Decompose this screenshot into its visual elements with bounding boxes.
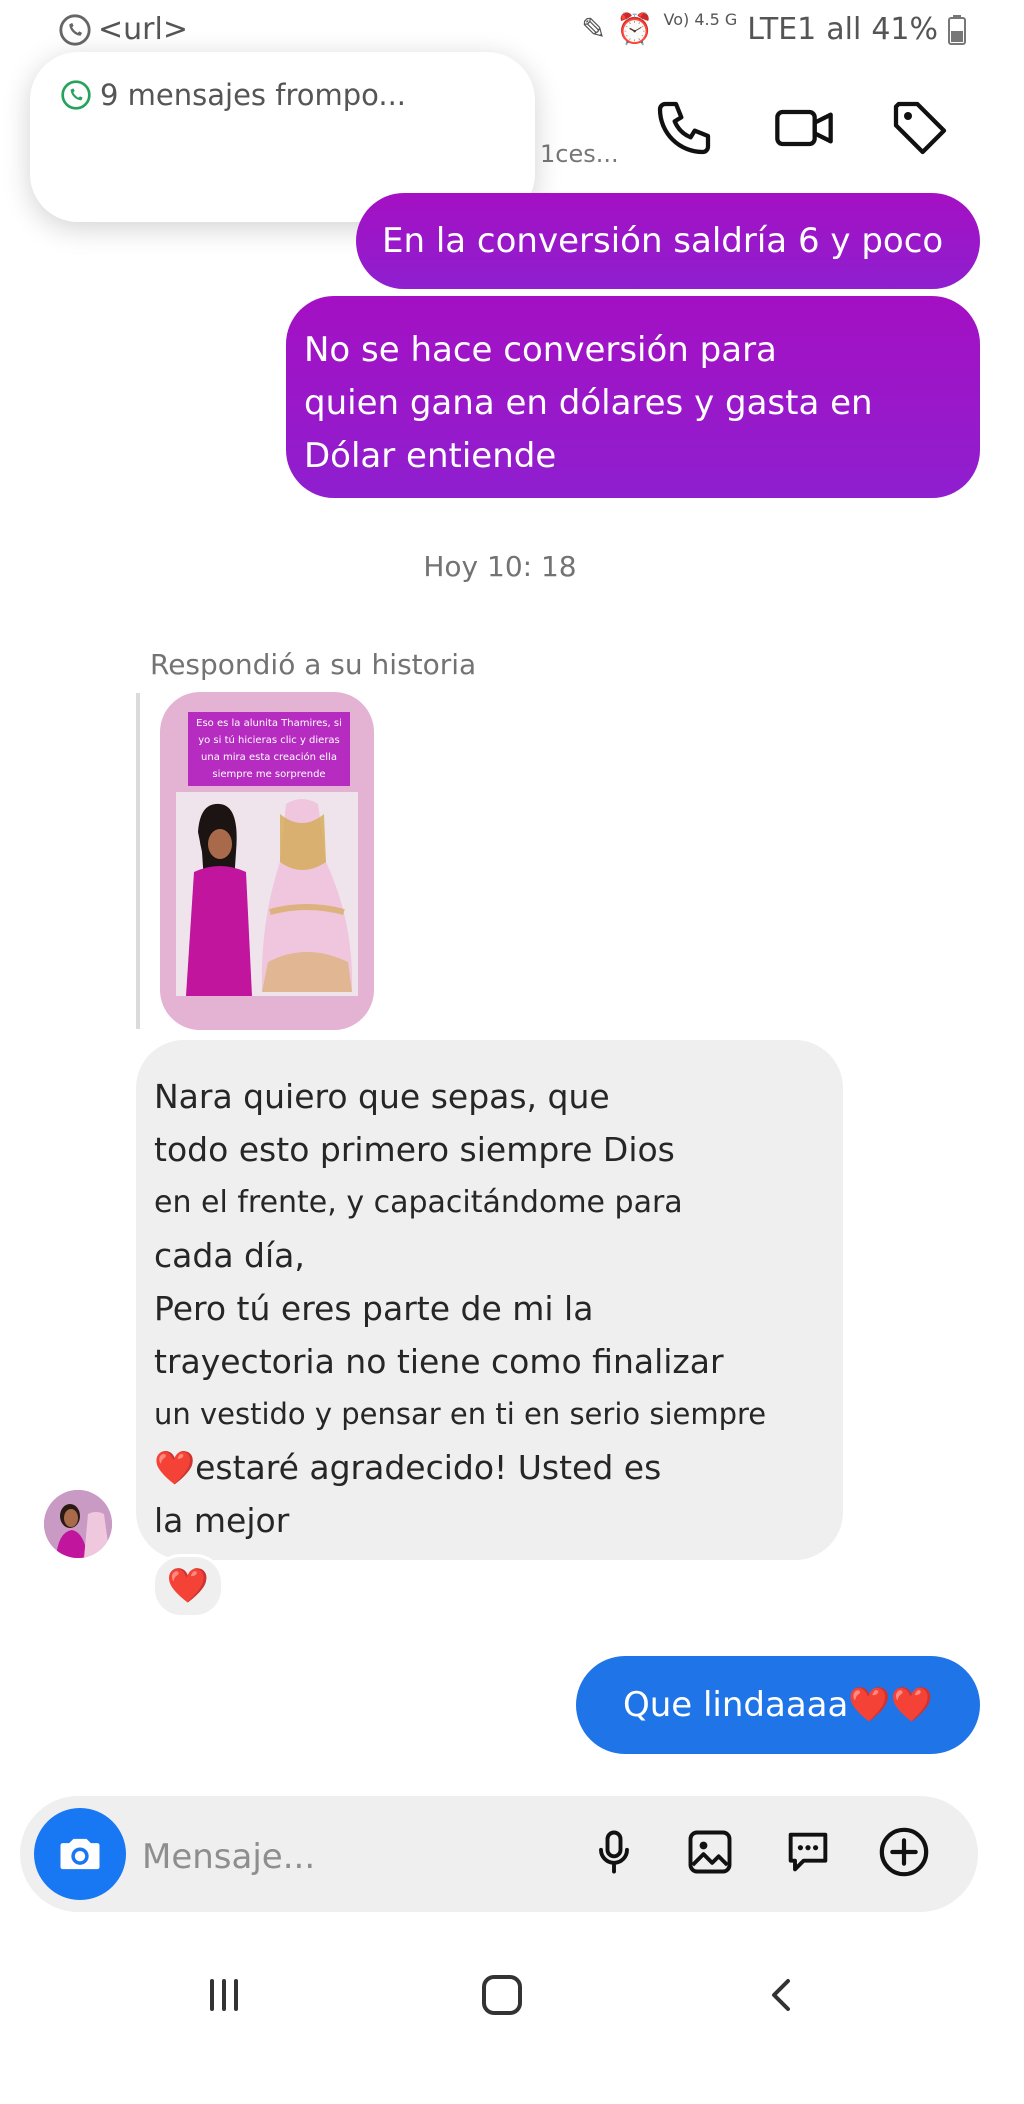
message-line: cada día,	[154, 1236, 305, 1275]
outgoing-message[interactable]: Que lindaaaa❤️❤️	[576, 1656, 980, 1754]
notification-text: 9 mensajes frompo...	[100, 78, 407, 112]
sticker-icon	[788, 1832, 828, 1872]
gallery-icon	[688, 1830, 732, 1874]
battery-level: 41%	[871, 12, 938, 47]
story-photo	[176, 792, 358, 996]
header-subtitle: 1ces...	[540, 140, 619, 168]
signal-indicator: all	[826, 12, 862, 47]
recent-apps-icon	[210, 1979, 238, 2011]
back-icon	[772, 1979, 790, 2011]
gallery-button[interactable]	[678, 1820, 742, 1884]
message-input[interactable]	[140, 1828, 484, 1886]
tag-icon	[893, 101, 947, 155]
whatsapp-icon	[61, 80, 91, 110]
outgoing-message[interactable]: En la conversión saldría 6 y poco	[356, 193, 980, 289]
more-options-button[interactable]	[872, 1820, 936, 1884]
story-caption: Eso es la alunita Thamires, si yo si tú …	[188, 712, 350, 786]
home-icon	[482, 1975, 522, 2015]
video-camera-icon	[775, 109, 833, 147]
alarm-icon: ⏰	[616, 12, 654, 47]
phone-icon	[657, 101, 711, 155]
message-line: la mejor	[154, 1501, 290, 1540]
network-type: Vo) 4.5 G	[663, 10, 738, 29]
message-line: trayectoria no tiene como finalizar	[154, 1342, 724, 1381]
tag-button[interactable]	[888, 96, 952, 160]
message-line: todo esto primero siempre Dios	[154, 1130, 675, 1169]
story-reply-label: Respondió a su historia	[150, 648, 477, 681]
phone-call-button[interactable]	[652, 96, 716, 160]
sticker-button[interactable]	[776, 1820, 840, 1884]
lte-indicator: LTE1	[747, 12, 817, 47]
heart-reaction[interactable]: ❤️	[152, 1554, 224, 1618]
message-line: Nara quiero que sepas, que	[154, 1077, 610, 1116]
message-line: Dólar entiende	[304, 436, 557, 476]
notification-content: 9 mensajes frompo...	[60, 78, 406, 112]
status-bar-left: <url>	[58, 12, 188, 47]
message-line: quien gana en dólares y gasta en	[304, 383, 873, 423]
message-timestamp: Hoy 10: 18	[423, 550, 577, 583]
story-thumbnail[interactable]: Eso es la alunita Thamires, si yo si tú …	[160, 692, 374, 1030]
microphone-icon	[599, 1830, 629, 1874]
back-button[interactable]	[742, 1960, 822, 2030]
contact-avatar[interactable]	[44, 1490, 112, 1558]
message-line: Pero tú eres parte de mi la	[154, 1289, 594, 1328]
home-button[interactable]	[462, 1960, 542, 2030]
whatsapp-icon	[59, 13, 91, 46]
edit-icon: ✎	[581, 12, 607, 47]
outgoing-message[interactable]: No se hace conversión para quien gana en…	[286, 296, 980, 498]
status-bar-right: ✎ ⏰ Vo) 4.5 G LTE1 all 41%	[581, 10, 966, 47]
camera-button[interactable]	[34, 1808, 126, 1900]
incoming-message[interactable]: Nara quiero que sepas, que todo esto pri…	[136, 1040, 843, 1560]
message-line: en el frente, y capacitándome para	[154, 1185, 683, 1220]
camera-icon	[60, 1838, 100, 1870]
message-line: un vestido y pensar en ti en serio siemp…	[154, 1397, 767, 1431]
plus-icon	[879, 1827, 929, 1877]
reply-indicator-line	[136, 693, 140, 1029]
battery-icon	[948, 14, 966, 45]
recent-apps-button[interactable]	[184, 1960, 264, 2030]
notification-url: <url>	[98, 12, 188, 47]
video-call-button[interactable]	[772, 96, 836, 160]
message-line: ❤️estaré agradecido! Usted es	[154, 1448, 662, 1487]
voice-message-button[interactable]	[582, 1820, 646, 1884]
message-line: No se hace conversión para	[304, 330, 777, 370]
